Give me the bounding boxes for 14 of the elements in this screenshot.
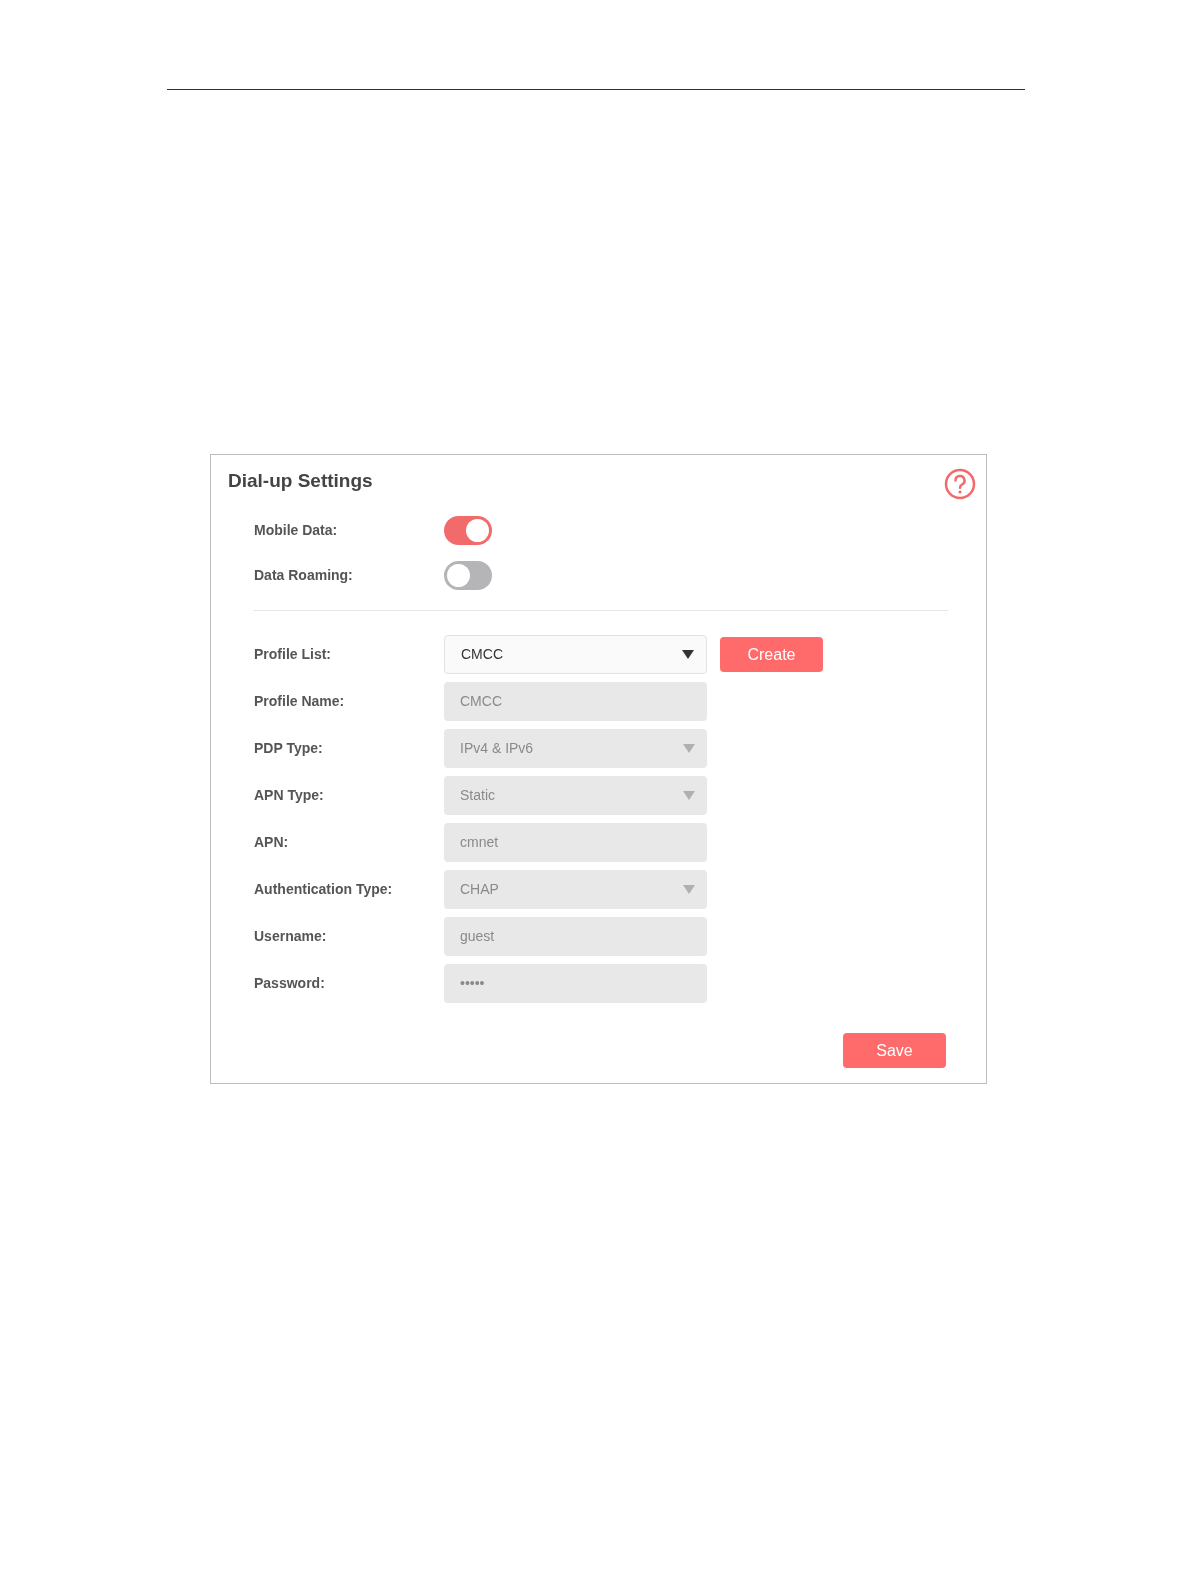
- field-label: Mobile Data:: [254, 521, 339, 540]
- field-label: Data Roaming:: [254, 566, 354, 585]
- create-button[interactable]: Create: [720, 637, 823, 672]
- field-label: PDP Type:: [254, 739, 324, 758]
- field-label: Authentication Type:: [254, 880, 394, 899]
- save-button[interactable]: Save: [843, 1033, 946, 1068]
- field-label: APN:: [254, 833, 290, 852]
- panel-title: Dial-up Settings: [228, 469, 373, 493]
- field-label: APN Type:: [254, 786, 325, 805]
- field-label: Password:: [254, 974, 326, 993]
- field-label: Username:: [254, 927, 328, 946]
- field-label: Profile List:: [254, 645, 332, 664]
- field-label: Profile Name:: [254, 692, 346, 711]
- dropdown-field[interactable]: CMCC: [444, 635, 707, 674]
